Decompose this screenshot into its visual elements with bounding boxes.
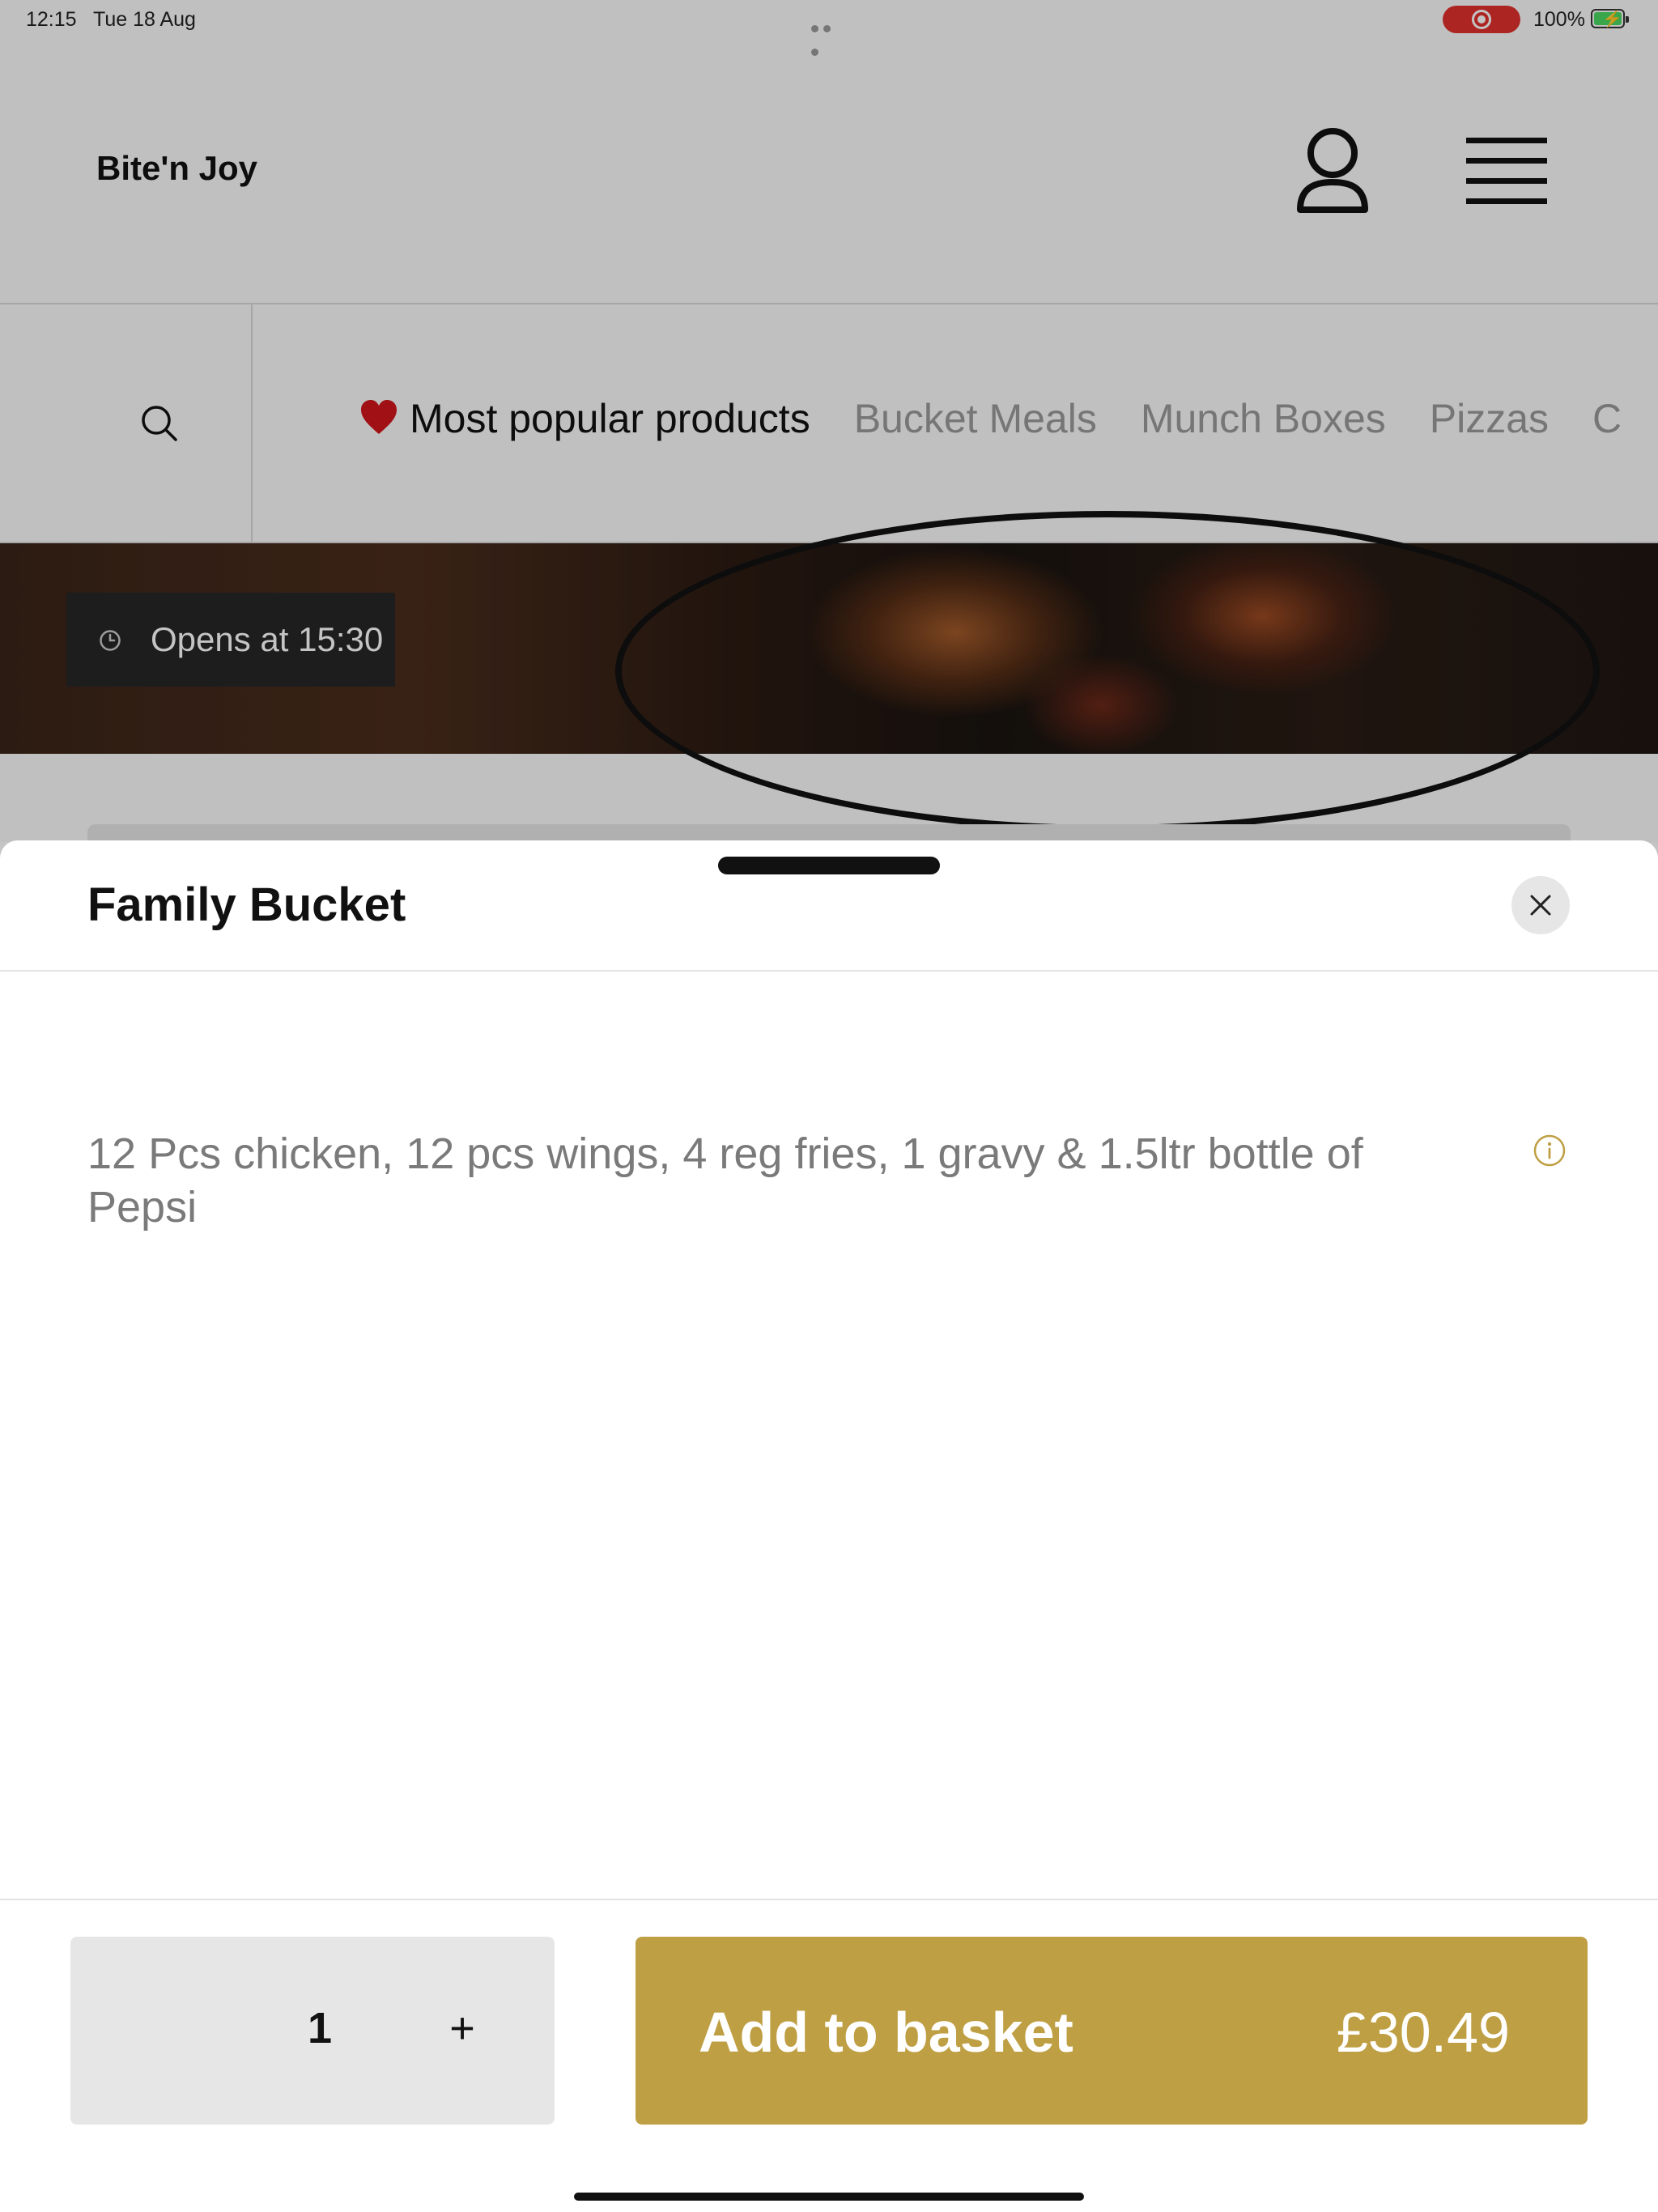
sheet-header-divider (0, 970, 1658, 972)
home-indicator[interactable] (574, 2193, 1084, 2201)
sheet-grabber[interactable] (718, 857, 940, 874)
add-to-basket-button[interactable]: Add to basket £30.49 (636, 1937, 1588, 2125)
quantity-value: 1 (307, 2004, 333, 2052)
price-label: £30.49 (1336, 2001, 1510, 2064)
product-description: 12 Pcs chicken, 12 pcs wings, 4 reg frie… (87, 1129, 1363, 1231)
quantity-stepper: 1 + (70, 1937, 555, 2125)
add-to-basket-label: Add to basket (699, 2001, 1073, 2064)
increment-button[interactable]: + (438, 2003, 487, 2053)
product-title: Family Bucket (87, 878, 406, 931)
product-sheet: Family Bucket 12 Pcs chicken, 12 pcs win… (0, 840, 1658, 2212)
info-icon[interactable] (1533, 1134, 1567, 1168)
close-icon (1530, 895, 1551, 916)
close-button[interactable] (1511, 876, 1570, 934)
footer-divider (0, 1899, 1658, 1900)
